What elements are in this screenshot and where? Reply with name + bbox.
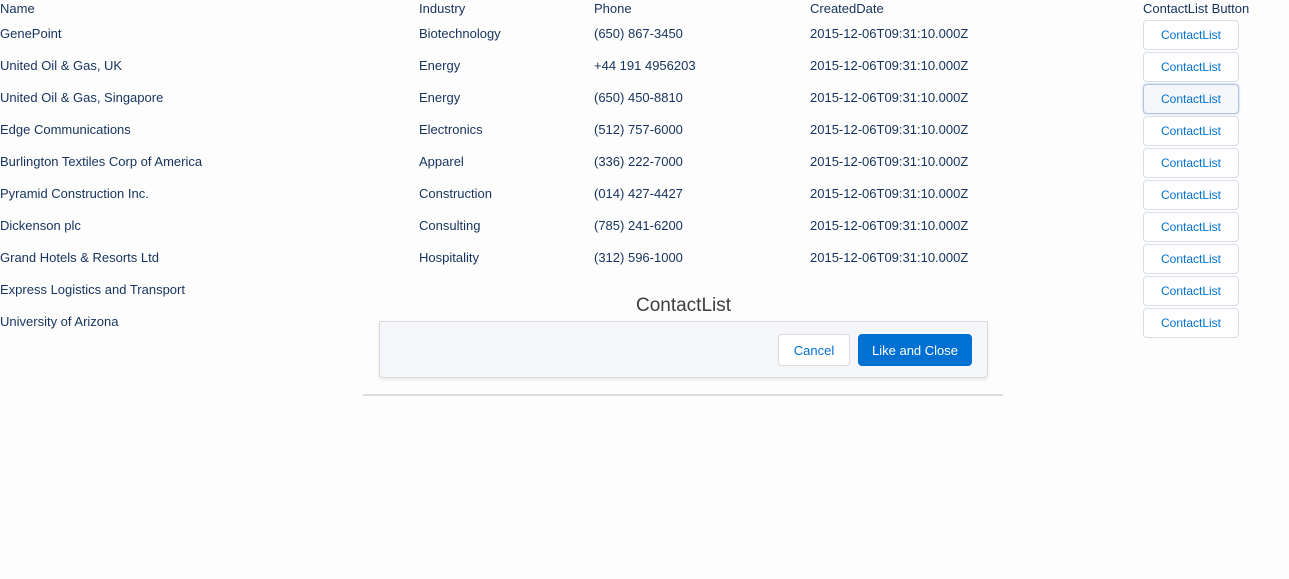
contactlist-button[interactable]: ContactList bbox=[1143, 276, 1239, 306]
contactlist-button[interactable]: ContactList bbox=[1143, 212, 1239, 242]
account-industry: Construction bbox=[419, 186, 492, 201]
cancel-button[interactable]: Cancel bbox=[778, 334, 850, 366]
like-and-close-button[interactable]: Like and Close bbox=[858, 334, 972, 366]
account-name: United Oil & Gas, Singapore bbox=[0, 90, 164, 105]
account-created-date: 2015-12-06T09:31:10.000Z bbox=[810, 186, 969, 201]
account-industry: Consulting bbox=[419, 218, 481, 233]
table-row: Burlington Textiles Corp of America Appa… bbox=[0, 146, 1289, 178]
account-name: Express Logistics and Transport bbox=[0, 282, 185, 297]
account-industry: Apparel bbox=[419, 154, 464, 169]
account-name: Dickenson plc bbox=[0, 218, 81, 233]
modal-footer: Cancel Like and Close bbox=[379, 321, 988, 378]
account-phone: (785) 241-6200 bbox=[594, 218, 683, 233]
account-created-date: 2015-12-06T09:31:10.000Z bbox=[810, 122, 969, 137]
account-industry: Biotechnology bbox=[419, 26, 501, 41]
contactlist-button[interactable]: ContactList bbox=[1143, 116, 1239, 146]
account-name: GenePoint bbox=[0, 26, 62, 41]
table-row: United Oil & Gas, UK Energy +44 191 4956… bbox=[0, 50, 1289, 82]
table-row: Pyramid Construction Inc. Construction (… bbox=[0, 178, 1289, 210]
account-created-date: 2015-12-06T09:31:10.000Z bbox=[810, 250, 969, 265]
table-row: Dickenson plc Consulting (785) 241-6200 … bbox=[0, 210, 1289, 242]
account-phone: (312) 596-1000 bbox=[594, 250, 683, 265]
table-row: Edge Communications Electronics (512) 75… bbox=[0, 114, 1289, 146]
account-created-date: 2015-12-06T09:31:10.000Z bbox=[810, 154, 969, 169]
table-row: GenePoint Biotechnology (650) 867-3450 2… bbox=[0, 18, 1289, 50]
contactlist-button[interactable]: ContactList bbox=[1143, 52, 1239, 82]
account-phone: (336) 222-7000 bbox=[594, 154, 683, 169]
modal-title: ContactList bbox=[635, 295, 732, 316]
contactlist-button[interactable]: ContactList bbox=[1143, 84, 1239, 114]
account-name: University of Arizona bbox=[0, 314, 119, 329]
account-name: Edge Communications bbox=[0, 122, 131, 137]
contactlist-button[interactable]: ContactList bbox=[1143, 148, 1239, 178]
header-contactlist-button: ContactList Button bbox=[1143, 1, 1250, 16]
account-phone: (512) 757-6000 bbox=[594, 122, 683, 137]
account-phone: (650) 867-3450 bbox=[594, 26, 683, 41]
header-name: Name bbox=[0, 1, 35, 16]
account-phone: +44 191 4956203 bbox=[594, 58, 696, 73]
account-created-date: 2015-12-06T09:31:10.000Z bbox=[810, 90, 969, 105]
account-name: Burlington Textiles Corp of America bbox=[0, 154, 203, 169]
divider bbox=[363, 394, 1003, 396]
header-created-date: CreatedDate bbox=[810, 1, 884, 16]
account-industry: Electronics bbox=[419, 122, 483, 137]
account-name: Pyramid Construction Inc. bbox=[0, 186, 149, 201]
account-name: United Oil & Gas, UK bbox=[0, 58, 123, 73]
page: Name Industry Phone CreatedDate ContactL… bbox=[0, 0, 1289, 579]
header-industry: Industry bbox=[419, 1, 466, 16]
contactlist-button[interactable]: ContactList bbox=[1143, 308, 1239, 338]
account-name: Grand Hotels & Resorts Ltd bbox=[0, 250, 159, 265]
contactlist-button[interactable]: ContactList bbox=[1143, 20, 1239, 50]
account-created-date: 2015-12-06T09:31:10.000Z bbox=[810, 58, 969, 73]
account-phone: (014) 427-4427 bbox=[594, 186, 683, 201]
contactlist-button[interactable]: ContactList bbox=[1143, 180, 1239, 210]
account-industry: Energy bbox=[419, 58, 461, 73]
account-created-date: 2015-12-06T09:31:10.000Z bbox=[810, 26, 969, 41]
account-industry: Hospitality bbox=[419, 250, 479, 265]
table-row: Grand Hotels & Resorts Ltd Hospitality (… bbox=[0, 242, 1289, 274]
account-industry: Energy bbox=[419, 90, 461, 105]
contactlist-button[interactable]: ContactList bbox=[1143, 244, 1239, 274]
account-phone: (650) 450-8810 bbox=[594, 90, 683, 105]
account-created-date: 2015-12-06T09:31:10.000Z bbox=[810, 218, 969, 233]
header-phone: Phone bbox=[594, 1, 632, 16]
table-row: United Oil & Gas, Singapore Energy (650)… bbox=[0, 82, 1289, 114]
